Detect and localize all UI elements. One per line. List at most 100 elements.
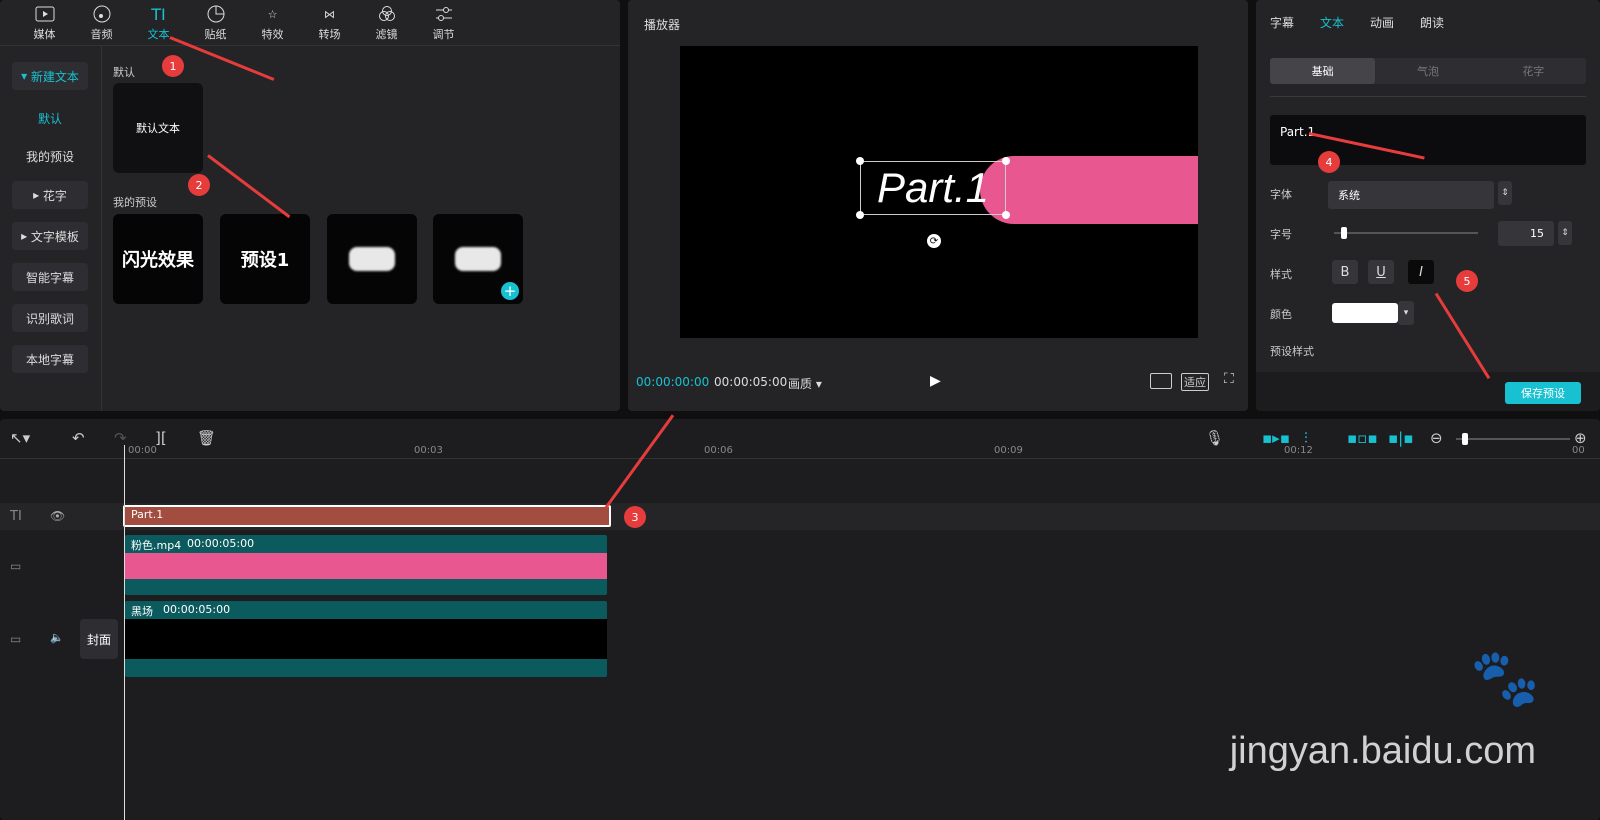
preset-card[interactable]	[327, 214, 417, 304]
clip-thumbnail	[125, 619, 607, 659]
text-icon: TI	[151, 4, 166, 24]
video-preview[interactable]: Part.1 ⟳	[680, 46, 1198, 338]
fit-button[interactable]: 适应	[1181, 373, 1209, 391]
tab-text[interactable]: 文本	[1320, 14, 1344, 31]
fullscreen-icon[interactable]: ⛶	[1224, 371, 1234, 387]
tab-effects-label: 特效	[261, 28, 284, 41]
tab-media[interactable]: 媒体	[16, 0, 73, 46]
sidebar-item-lyrics[interactable]: 识别歌词	[12, 304, 88, 332]
sidebar-item-text-templates[interactable]: ▸ 文字模板	[12, 222, 88, 250]
tab-audio-label: 音频	[90, 28, 113, 41]
playhead[interactable]	[124, 445, 125, 820]
marker-3: 3	[624, 506, 646, 528]
tick-label: 00:03	[414, 445, 443, 456]
preset-card[interactable]: 预设1	[220, 214, 310, 304]
zoom-slider-knob[interactable]	[1462, 433, 1468, 445]
size-stepper[interactable]: ⇕	[1558, 221, 1572, 245]
sidebar-item-label: 我的预设	[25, 149, 74, 164]
font-stepper[interactable]: ⇕	[1498, 181, 1512, 205]
visibility-eye-icon[interactable]: 👁	[50, 509, 65, 523]
marker-2: 2	[188, 174, 210, 196]
clip-thumbnail	[125, 553, 607, 579]
inspector-panel: 字幕 文本 动画 朗读 基础 气泡 花字 Part.1 字体 系统 ⇕ 字号 1…	[1256, 0, 1600, 411]
default-text-card[interactable]: 默认文本	[113, 83, 203, 173]
divider	[1270, 96, 1586, 97]
size-input[interactable]: 15	[1498, 221, 1554, 246]
rotate-icon[interactable]: ⟳	[927, 234, 941, 248]
tick-label: 00	[1572, 445, 1585, 456]
sticker-icon	[205, 4, 227, 24]
size-slider-knob[interactable]	[1341, 227, 1348, 239]
zoom-slider[interactable]	[1456, 433, 1570, 445]
subtab-fancy[interactable]: 花字	[1481, 58, 1586, 84]
tab-effects[interactable]: ☆ 特效	[244, 0, 301, 46]
tab-read-aloud[interactable]: 朗读	[1420, 14, 1444, 31]
blurred-preset-preview	[455, 247, 501, 271]
waveform-icon[interactable]	[1150, 373, 1172, 389]
marker-4: 4	[1318, 151, 1340, 173]
resize-handle[interactable]	[1002, 157, 1010, 165]
player-panel: 播放器 Part.1 ⟳ 00:00:00:00 00:00:05:00 画质 …	[628, 0, 1248, 411]
play-button[interactable]: ▶	[930, 373, 941, 389]
player-title: 播放器	[644, 18, 681, 32]
tab-audio[interactable]: 音频	[73, 0, 130, 46]
font-select[interactable]: 系统	[1328, 181, 1494, 209]
section-default-heading: 默认	[113, 66, 135, 79]
clip-label: Part.1	[131, 508, 164, 521]
sidebar-item-default[interactable]: 默认	[12, 104, 88, 132]
video-clip-pink[interactable]: 粉色.mp4 00:00:05:00	[125, 535, 607, 595]
tab-sticker-label: 贴纸	[204, 28, 227, 41]
library-panel: 媒体 音频 TI 文本 贴纸 ☆ 特效 ⋈ 转场 滤镜 调节 ▾ 新建文本 默认 我的…	[0, 0, 620, 411]
italic-button[interactable]: I	[1408, 260, 1434, 284]
tab-transition[interactable]: ⋈ 转场	[301, 0, 358, 46]
text-input[interactable]: Part.1	[1270, 115, 1586, 165]
preset-card[interactable]: 闪光效果	[113, 214, 203, 304]
color-dropdown[interactable]: ▾	[1398, 301, 1414, 325]
sidebar-item-label: 默认	[37, 111, 62, 126]
size-slider[interactable]	[1334, 227, 1478, 239]
tab-animation[interactable]: 动画	[1370, 14, 1394, 31]
sidebar-item-label: 识别歌词	[25, 311, 74, 326]
add-icon[interactable]: +	[501, 282, 519, 300]
audio-icon	[91, 4, 113, 24]
tick-label: 00:06	[704, 445, 733, 456]
text-track-icon: TI	[10, 509, 22, 524]
sidebar-item-label: 本地字幕	[25, 352, 74, 367]
tab-text-label: 文本	[147, 28, 170, 41]
sidebar-item-new-text[interactable]: ▾ 新建文本	[12, 62, 88, 90]
clip-duration: 00:00:05:00	[187, 537, 255, 550]
sidebar-item-local-captions[interactable]: 本地字幕	[12, 345, 88, 373]
save-preset-button[interactable]: 保存预设	[1505, 382, 1581, 404]
tab-captions[interactable]: 字幕	[1270, 14, 1294, 31]
overlay-text[interactable]: Part.1	[860, 161, 1006, 215]
text-clip[interactable]: Part.1	[123, 505, 611, 527]
sidebar-item-fancy-text[interactable]: ▸ 花字	[12, 181, 88, 209]
tab-adjust-label: 调节	[432, 28, 455, 41]
preset-style-label: 预设样式	[1270, 345, 1314, 358]
tab-sticker[interactable]: 贴纸	[187, 0, 244, 46]
video-clip-black[interactable]: 黑场 00:00:05:00	[125, 601, 607, 677]
quality-dropdown[interactable]: 画质 ▾	[788, 375, 822, 392]
card-label: 闪光效果	[122, 250, 194, 271]
tab-media-label: 媒体	[33, 28, 56, 41]
preset-card[interactable]: +	[433, 214, 523, 304]
color-swatch[interactable]	[1332, 303, 1398, 323]
resize-handle[interactable]	[856, 157, 864, 165]
watermark-url: jingyan.baidu.com	[1229, 730, 1536, 772]
resize-handle[interactable]	[1002, 211, 1010, 219]
subtab-bubble[interactable]: 气泡	[1375, 58, 1480, 84]
sidebar-item-my-presets[interactable]: 我的预设	[12, 142, 88, 170]
cover-button[interactable]: 封面	[80, 619, 118, 659]
tab-filter[interactable]: 滤镜	[358, 0, 415, 46]
audio-toggle-icon[interactable]: 🔈	[50, 631, 64, 644]
tab-adjust[interactable]: 调节	[415, 0, 472, 46]
clip-name: 黑场	[131, 605, 153, 618]
bold-button[interactable]: B	[1332, 260, 1358, 284]
underline-button[interactable]: U	[1368, 260, 1394, 284]
baidu-watermark-logo: 🐾	[1470, 646, 1540, 709]
sidebar-item-smart-captions[interactable]: 智能字幕	[12, 263, 88, 291]
resize-handle[interactable]	[856, 211, 864, 219]
transition-icon: ⋈	[324, 7, 335, 21]
filter-icon	[376, 4, 398, 24]
subtab-basic[interactable]: 基础	[1270, 58, 1376, 84]
